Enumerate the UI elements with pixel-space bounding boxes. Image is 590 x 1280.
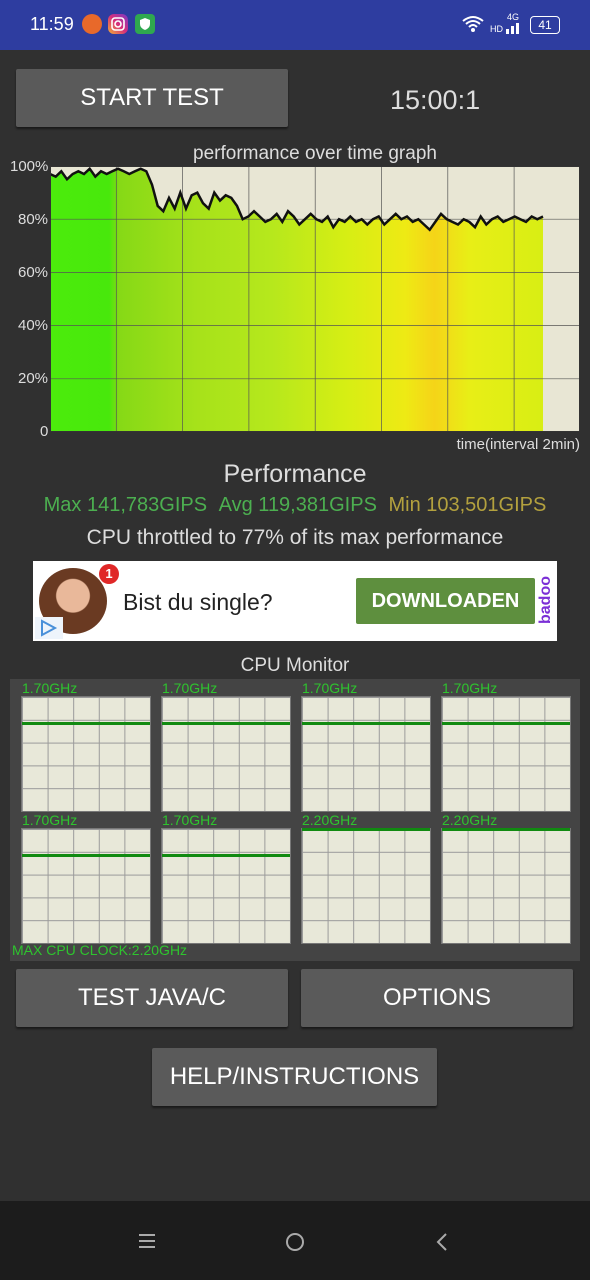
cpu-core-graph [161, 828, 291, 944]
cpu-core-load-line [302, 828, 430, 831]
cpu-core-frequency: 2.20GHz [302, 812, 358, 828]
y-tick-label: 40% [18, 317, 49, 334]
stat-avg: Avg 119,381GIPS [218, 494, 377, 516]
ad-text: Bist du single? [123, 589, 273, 615]
cpu-core-frequency: 2.20GHz [442, 812, 498, 828]
throttle-message: CPU throttled to 77% of its max performa… [86, 526, 504, 549]
ad-banner[interactable]: 1 Bist du single? DOWNLOADEN badoo [33, 561, 557, 641]
cpu-core-graph [441, 696, 571, 812]
test-java-c-button[interactable]: TEST JAVA/C [16, 969, 288, 1027]
app-icon [82, 14, 102, 34]
ad-brand: badoo [537, 576, 554, 624]
cpu-core-frequency: 1.70GHz [22, 680, 78, 696]
cpu-core-graph [301, 828, 431, 944]
cpu-core-load-line [442, 828, 570, 831]
cpu-core-load-line [162, 854, 290, 858]
cpu-core-frequency: 1.70GHz [302, 680, 358, 696]
ad-brand-logo: badoo [536, 561, 557, 641]
graph-title: performance over time graph [193, 143, 437, 164]
cpu-core-frequency: 1.70GHz [162, 812, 218, 828]
options-button[interactable]: OPTIONS [301, 969, 573, 1027]
start-test-label: START TEST [80, 84, 224, 111]
ad-notification-badge: 1 [99, 564, 119, 584]
performance-graph [50, 166, 580, 432]
options-label: OPTIONS [382, 984, 491, 1011]
stat-max: Max 141,783GIPS [43, 494, 208, 516]
x-axis-label: time(interval 2min) [456, 436, 580, 453]
cpu-core-load-line [22, 722, 150, 726]
y-tick-label: 0 [40, 423, 49, 440]
y-tick-label: 20% [18, 370, 49, 387]
cpu-monitor-panel: MAX CPU CLOCK:2.20GHz 1.70GHz 1.70GHz 1.70… [10, 679, 580, 961]
test-java-c-label: TEST JAVA/C [77, 984, 227, 1011]
cpu-core-graph [21, 696, 151, 812]
cpu-core-load-line [442, 722, 570, 726]
status-bar: 11:59 HD 4G 41 [0, 0, 590, 50]
wifi-icon [462, 16, 484, 32]
y-tick-label: 100% [10, 158, 49, 175]
battery-icon: 41 [530, 16, 560, 34]
menu-icon[interactable] [137, 1232, 157, 1250]
ad-download-button[interactable]: DOWNLOADEN [356, 578, 535, 624]
start-test-button[interactable]: START TEST [16, 69, 288, 127]
cpu-core-frequency: 1.70GHz [162, 680, 218, 696]
test-timer: 15:00:1 [390, 85, 481, 115]
shield-icon [135, 14, 155, 34]
battery-level: 41 [538, 18, 552, 32]
help-instructions-button[interactable]: HELP/INSTRUCTIONS [152, 1048, 437, 1106]
ad-download-label: DOWNLOADEN [371, 590, 520, 612]
status-time: 11:59 [30, 14, 74, 34]
ad-choices-icon[interactable] [35, 617, 63, 639]
cpu-core-load-line [162, 722, 290, 726]
performance-stats: Max 141,783GIPS Avg 119,381GIPS Min 103,… [0, 494, 590, 517]
network-hd: HD [490, 24, 503, 34]
cpu-monitor-title: CPU Monitor [240, 655, 350, 676]
stat-min: Min 103,501GIPS [388, 494, 547, 516]
cpu-core-graph [441, 828, 571, 944]
navigation-bar [0, 1201, 590, 1280]
back-icon[interactable] [434, 1231, 450, 1253]
y-tick-label: 80% [18, 211, 49, 228]
ad-badge-count: 1 [105, 566, 113, 581]
y-tick-label: 60% [18, 264, 49, 281]
instagram-icon [108, 14, 128, 34]
cpu-core-load-line [302, 722, 430, 726]
cpu-core-graph [21, 828, 151, 944]
help-instructions-label: HELP/INSTRUCTIONS [169, 1063, 420, 1090]
cpu-core-graph [301, 696, 431, 812]
performance-heading: Performance [223, 460, 367, 488]
home-icon[interactable] [284, 1231, 306, 1253]
signal-icon [506, 23, 519, 34]
cpu-core-frequency: 1.70GHz [442, 680, 498, 696]
cpu-core-load-line [22, 854, 150, 858]
cpu-core-graph [161, 696, 291, 812]
max-cpu-clock: MAX CPU CLOCK:2.20GHz [12, 942, 188, 958]
cpu-core-frequency: 1.70GHz [22, 812, 78, 828]
